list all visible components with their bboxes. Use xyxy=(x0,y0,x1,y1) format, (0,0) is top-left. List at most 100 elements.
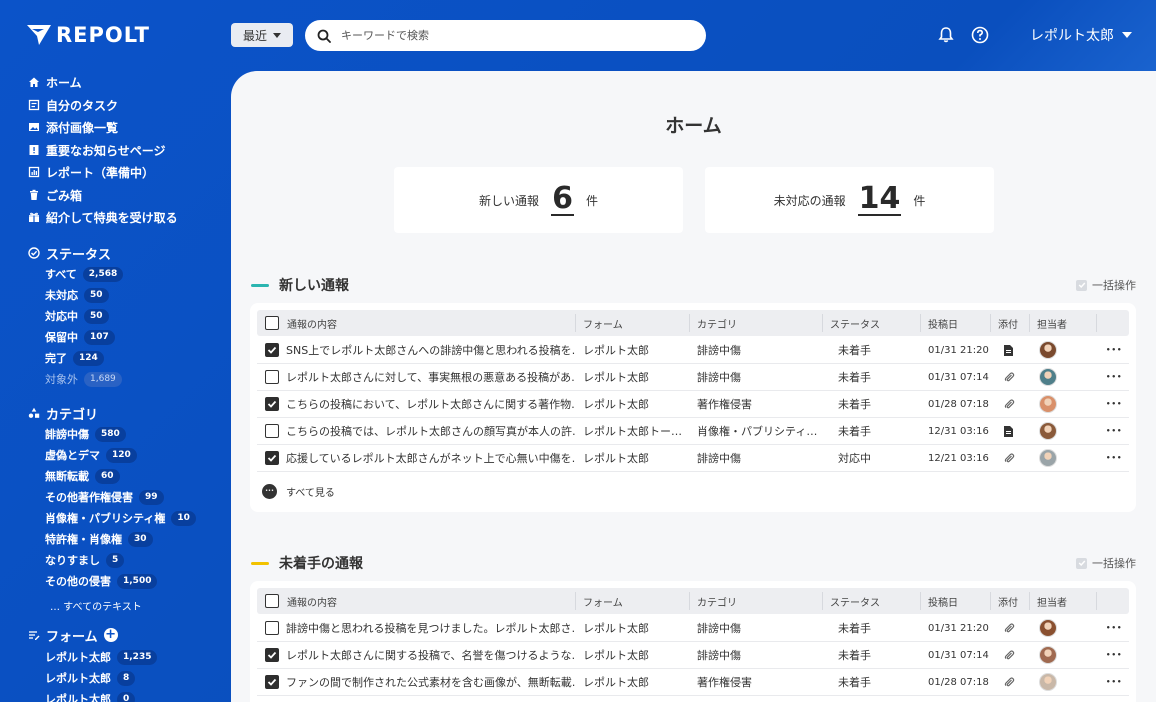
column-header[interactable]: 投稿日 xyxy=(920,310,990,336)
cell-attachment[interactable] xyxy=(990,364,1029,390)
cell-attachment[interactable] xyxy=(990,337,1029,363)
row-checkbox[interactable] xyxy=(265,675,279,689)
form-item[interactable]: レポルト太郎 0 xyxy=(45,690,136,702)
row-checkbox[interactable] xyxy=(265,424,279,438)
more-options-icon[interactable]: ••• xyxy=(1106,427,1122,435)
avatar[interactable] xyxy=(1039,368,1057,386)
column-header[interactable]: フォーム xyxy=(575,310,689,336)
more-options-icon[interactable]: ••• xyxy=(1106,651,1122,659)
column-header[interactable]: ステータス xyxy=(822,310,920,336)
sidebar-item-home[interactable]: ホーム xyxy=(28,72,82,92)
category-item-patent[interactable]: 特許権・肖像権 30 xyxy=(45,530,153,548)
status-item-all[interactable]: すべて 2,568 xyxy=(45,265,124,283)
category-item-publicity[interactable]: 肖像権・パブリシティ権 10 xyxy=(45,509,196,527)
column-header[interactable]: 担当者 xyxy=(1029,310,1096,336)
more-options-icon[interactable]: ••• xyxy=(1106,400,1122,408)
table-row[interactable]: ファンの間で制作された公式素材を含む画像が、無断転載… レポルト太郎 著作権侵害 未着… xyxy=(257,669,1129,696)
category-section-title[interactable]: カテゴリ xyxy=(28,403,98,423)
column-header[interactable]: 通報の内容 xyxy=(257,310,575,336)
repolt-logo[interactable]: REPOLT xyxy=(26,22,150,48)
select-all-checkbox[interactable] xyxy=(265,594,279,608)
column-header[interactable]: 添付 xyxy=(990,588,1029,614)
sidebar-item-my-tasks[interactable]: 自分のタスク xyxy=(28,95,118,115)
cell-assignee[interactable] xyxy=(1029,445,1096,471)
sidebar-item-referral[interactable]: 紹介して特典を受け取る xyxy=(28,207,178,227)
table-row[interactable]: こちらの投稿において、レポルト太郎さんに関する著作物… レポルト太郎 著作権侵害 未着… xyxy=(257,391,1129,418)
cell-attachment[interactable] xyxy=(990,445,1029,471)
cell-assignee[interactable] xyxy=(1029,669,1096,695)
category-item-impersonation[interactable]: なりすまし 5 xyxy=(45,551,125,569)
bulk-action-button[interactable]: 一括操作 xyxy=(1076,277,1136,293)
avatar[interactable] xyxy=(1039,422,1057,440)
add-form-icon[interactable]: + xyxy=(103,628,118,642)
category-item-unauthorized-repost[interactable]: 無断転載 60 xyxy=(45,467,120,485)
user-menu[interactable]: レポルト太郎 xyxy=(1030,24,1132,46)
search-input[interactable] xyxy=(341,29,671,42)
status-item-done[interactable]: 完了 124 xyxy=(45,349,104,367)
status-item-excluded[interactable]: 対象外 1,689 xyxy=(45,370,122,388)
row-checkbox[interactable] xyxy=(265,343,279,357)
status-item-in-progress[interactable]: 対応中 50 xyxy=(45,307,109,325)
table-row[interactable]: レポルト太郎さんに関する投稿で、名誉を傷つけるような… レポルト太郎 誹謗中傷 未着手… xyxy=(257,642,1129,669)
cell-assignee[interactable] xyxy=(1029,642,1096,668)
column-header[interactable]: 添付 xyxy=(990,310,1029,336)
more-options-icon[interactable]: ••• xyxy=(1106,346,1122,354)
column-header[interactable]: カテゴリ xyxy=(689,588,822,614)
bulk-action-button[interactable]: 一括操作 xyxy=(1076,555,1136,571)
avatar[interactable] xyxy=(1039,673,1057,691)
form-section-title[interactable]: フォーム + xyxy=(28,625,118,645)
table-row[interactable]: こちらの投稿では、レポルト太郎さんの顔写真が本人の許… レポルト太郎トー… 肖像権・… xyxy=(257,418,1129,445)
avatar[interactable] xyxy=(1039,619,1057,637)
more-options-icon[interactable]: ••• xyxy=(1106,454,1122,462)
sidebar-item-trash[interactable]: ごみ箱 xyxy=(28,185,82,205)
cell-assignee[interactable] xyxy=(1029,418,1096,444)
row-checkbox[interactable] xyxy=(265,621,279,635)
table-row[interactable]: SNS上でレポルト太郎さんへの誹謗中傷と思われる投稿を… レポルト太郎 誹謗中傷 未着… xyxy=(257,337,1129,364)
table-row[interactable]: 応援しているレポルト太郎さんがネット上で心無い中傷を… レポルト太郎 誹謗中傷 対応中… xyxy=(257,445,1129,472)
avatar[interactable] xyxy=(1039,449,1057,467)
cell-assignee[interactable] xyxy=(1029,337,1096,363)
column-header[interactable]: 投稿日 xyxy=(920,588,990,614)
column-header[interactable]: 通報の内容 xyxy=(257,588,575,614)
cell-attachment[interactable] xyxy=(990,669,1029,695)
status-item-unhandled[interactable]: 未対応 50 xyxy=(45,286,109,304)
more-options-icon[interactable]: ••• xyxy=(1106,624,1122,632)
table-row[interactable]: 誹謗中傷と思われる投稿を見つけました。レポルト太郎さ… レポルト太郎 誹謗中傷 未着手… xyxy=(257,615,1129,642)
status-section-title[interactable]: ステータス xyxy=(28,243,111,263)
row-checkbox[interactable] xyxy=(265,397,279,411)
bell-icon[interactable] xyxy=(936,25,956,45)
category-more-link[interactable]: … すべてのテキスト xyxy=(50,598,142,613)
category-item-other-copyright[interactable]: その他著作権侵害 99 xyxy=(45,488,164,506)
avatar[interactable] xyxy=(1039,646,1057,664)
more-options-icon[interactable]: ••• xyxy=(1106,678,1122,686)
row-checkbox[interactable] xyxy=(265,451,279,465)
sidebar-item-notices[interactable]: 重要なお知らせページ xyxy=(28,140,166,160)
cell-assignee[interactable] xyxy=(1029,391,1096,417)
avatar[interactable] xyxy=(1039,395,1057,413)
select-all-checkbox[interactable] xyxy=(265,316,279,330)
cell-assignee[interactable] xyxy=(1029,364,1096,390)
form-item[interactable]: レポルト太郎 1,235 xyxy=(45,648,158,666)
sidebar-item-images[interactable]: 添付画像一覧 xyxy=(28,117,118,137)
table-row[interactable]: レポルト太郎さんに対して、事実無根の悪意ある投稿があ… レポルト太郎 誹謗中傷 未着手… xyxy=(257,364,1129,391)
search-bar[interactable] xyxy=(305,20,706,51)
row-checkbox[interactable] xyxy=(265,648,279,662)
column-header[interactable]: フォーム xyxy=(575,588,689,614)
category-item-false-info[interactable]: 虚偽とデマ 120 xyxy=(45,446,137,464)
stat-card-unhandled[interactable]: 未対応の通報 14 件 xyxy=(705,167,994,233)
sidebar-item-report[interactable]: レポート（準備中） xyxy=(28,162,154,182)
form-item[interactable]: レポルト太郎 8 xyxy=(45,669,136,687)
category-item-defamation[interactable]: 誹謗中傷 580 xyxy=(45,425,126,443)
row-checkbox[interactable] xyxy=(265,370,279,384)
cell-attachment[interactable] xyxy=(990,615,1029,641)
column-header[interactable]: ステータス xyxy=(822,588,920,614)
help-icon[interactable] xyxy=(970,25,990,45)
cell-attachment[interactable] xyxy=(990,391,1029,417)
recent-dropdown[interactable]: 最近 xyxy=(231,23,293,47)
column-header[interactable]: 担当者 xyxy=(1029,588,1096,614)
cell-attachment[interactable] xyxy=(990,418,1029,444)
stat-card-new[interactable]: 新しい通報 6 件 xyxy=(394,167,683,233)
cell-assignee[interactable] xyxy=(1029,615,1096,641)
status-item-on-hold[interactable]: 保留中 107 xyxy=(45,328,115,346)
category-item-other[interactable]: その他の侵害 1,500 xyxy=(45,572,158,590)
